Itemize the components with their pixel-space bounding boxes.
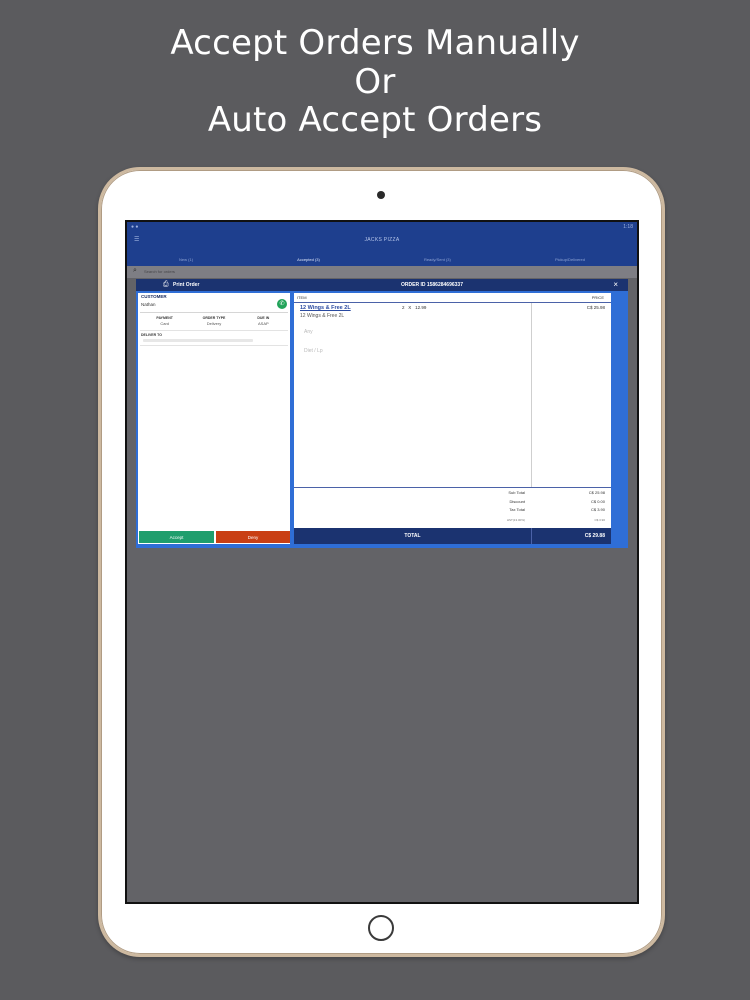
order-info-row: PAYMENT Card ORDER TYPE Delivery DUE IN …: [140, 316, 288, 328]
deny-button[interactable]: Deny: [216, 531, 290, 543]
item-modifier: Diet / Lp: [304, 348, 323, 354]
grand-total-value: C$ 29.88: [584, 533, 605, 539]
item-column-label: ITEM: [297, 295, 307, 300]
headline-line-1: Accept Orders Manually: [170, 23, 580, 63]
status-time: 1:18: [623, 224, 633, 230]
hst-row: HST(13.00%) C$ 3.90: [294, 518, 611, 525]
due-in-value: ASAP: [257, 321, 269, 326]
tax-total-value: C$ 3.90: [590, 507, 605, 512]
scrollbar[interactable]: [613, 293, 626, 544]
item-quantity: 2 X 12.99: [402, 305, 426, 310]
search-input[interactable]: Search for orders: [144, 269, 175, 274]
promo-headline: Accept Orders Manually Or Auto Accept Or…: [0, 24, 750, 140]
modal-header: ⎙ Print Order ORDER ID 1586284696337 ×: [136, 279, 628, 291]
item-unit-price: 12.99: [415, 305, 427, 310]
items-column-header: ITEM PRICE: [294, 293, 611, 303]
subtotal-label: Sub Total: [508, 490, 525, 495]
divider: [140, 345, 288, 346]
front-camera: [377, 191, 385, 199]
item-name-link[interactable]: 12 Wings & Free 2L: [300, 305, 351, 311]
tablet-screen: ● ● 1:18 ☰ JACKS PIZZA New (1) Accepted …: [125, 220, 639, 904]
order-type-value: Delivery: [206, 321, 222, 326]
order-type-info: ORDER TYPE Delivery: [189, 316, 238, 328]
customer-name: Nathan: [141, 302, 156, 307]
headline-line-3: Auto Accept Orders: [207, 100, 543, 140]
column-divider: [531, 528, 532, 544]
status-indicators: ● ●: [131, 224, 139, 230]
item-qty-value: 2: [402, 305, 405, 310]
subtotal-value: C$ 25.98: [588, 490, 605, 495]
payment-value: Card: [160, 321, 169, 326]
customer-panel: CUSTOMER Nathan ✆ PAYMENT Card ORDER TYP…: [138, 293, 290, 544]
search-icon: ⌕: [133, 267, 137, 274]
price-column-label: PRICE: [591, 295, 604, 300]
tab-pickup-delivered[interactable]: Pickup/Delivered: [555, 257, 585, 262]
payment-info: PAYMENT Card: [140, 316, 189, 328]
item-price: C$ 25.98: [586, 305, 605, 310]
order-tabs: New (1) Accepted (3) Ready/Sent (3) Pick…: [127, 252, 637, 266]
grand-total-bar: TOTAL C$ 29.88: [294, 528, 611, 544]
close-icon[interactable]: ×: [613, 280, 618, 289]
tab-accepted[interactable]: Accepted (3): [297, 257, 320, 262]
status-bar: ● ● 1:18: [127, 222, 637, 232]
payment-label: PAYMENT: [156, 316, 173, 320]
print-order-button[interactable]: Print Order: [173, 282, 199, 288]
item-modifier: Any: [304, 329, 313, 335]
accept-button[interactable]: Accept: [139, 531, 214, 543]
search-bar[interactable]: ⌕ Search for orders: [127, 266, 637, 278]
printer-icon[interactable]: ⎙: [163, 281, 169, 289]
app-header: ● ● 1:18 ☰ JACKS PIZZA New (1) Accepted …: [127, 222, 637, 266]
due-in-info: DUE IN ASAP: [239, 316, 288, 328]
tax-total-row: Tax Total C$ 3.90: [294, 507, 611, 514]
discount-label: Discount: [509, 499, 525, 504]
grand-total-label: TOTAL: [404, 533, 421, 539]
subtotal-row: Sub Total C$ 25.98: [294, 490, 611, 497]
item-qty-x: X: [408, 305, 412, 310]
order-detail-modal: ⎙ Print Order ORDER ID 1586284696337 × C…: [136, 279, 628, 548]
tab-ready-sent[interactable]: Ready/Sent (3): [424, 257, 451, 262]
tab-new[interactable]: New (1): [179, 257, 193, 262]
delivery-address-redacted: [143, 339, 253, 342]
totals-divider: [294, 487, 611, 488]
hst-value: C$ 3.90: [594, 518, 605, 522]
deliver-to-label: DELIVER TO: [141, 333, 162, 337]
column-divider: [531, 303, 532, 487]
hst-label: HST(13.00%): [506, 518, 525, 522]
divider: [140, 312, 288, 313]
customer-heading: CUSTOMER: [141, 294, 167, 299]
phone-icon[interactable]: ✆: [277, 299, 287, 309]
tax-total-label: Tax Total: [509, 507, 525, 512]
app-title: JACKS PIZZA: [364, 237, 400, 243]
discount-row: Discount C$ 0.00: [294, 499, 611, 506]
order-type-label: ORDER TYPE: [202, 316, 226, 320]
order-items-panel: ITEM PRICE 12 Wings & Free 2L 2 X 12.99 …: [294, 293, 611, 544]
divider: [140, 330, 288, 331]
due-in-label: DUE IN: [257, 316, 270, 320]
order-id: ORDER ID 1586284696337: [401, 282, 463, 288]
item-description: 12 Wings & Free 2L: [300, 313, 345, 319]
home-button[interactable]: [368, 915, 394, 941]
discount-value: C$ 0.00: [590, 499, 605, 504]
headline-line-2: Or: [354, 61, 396, 102]
